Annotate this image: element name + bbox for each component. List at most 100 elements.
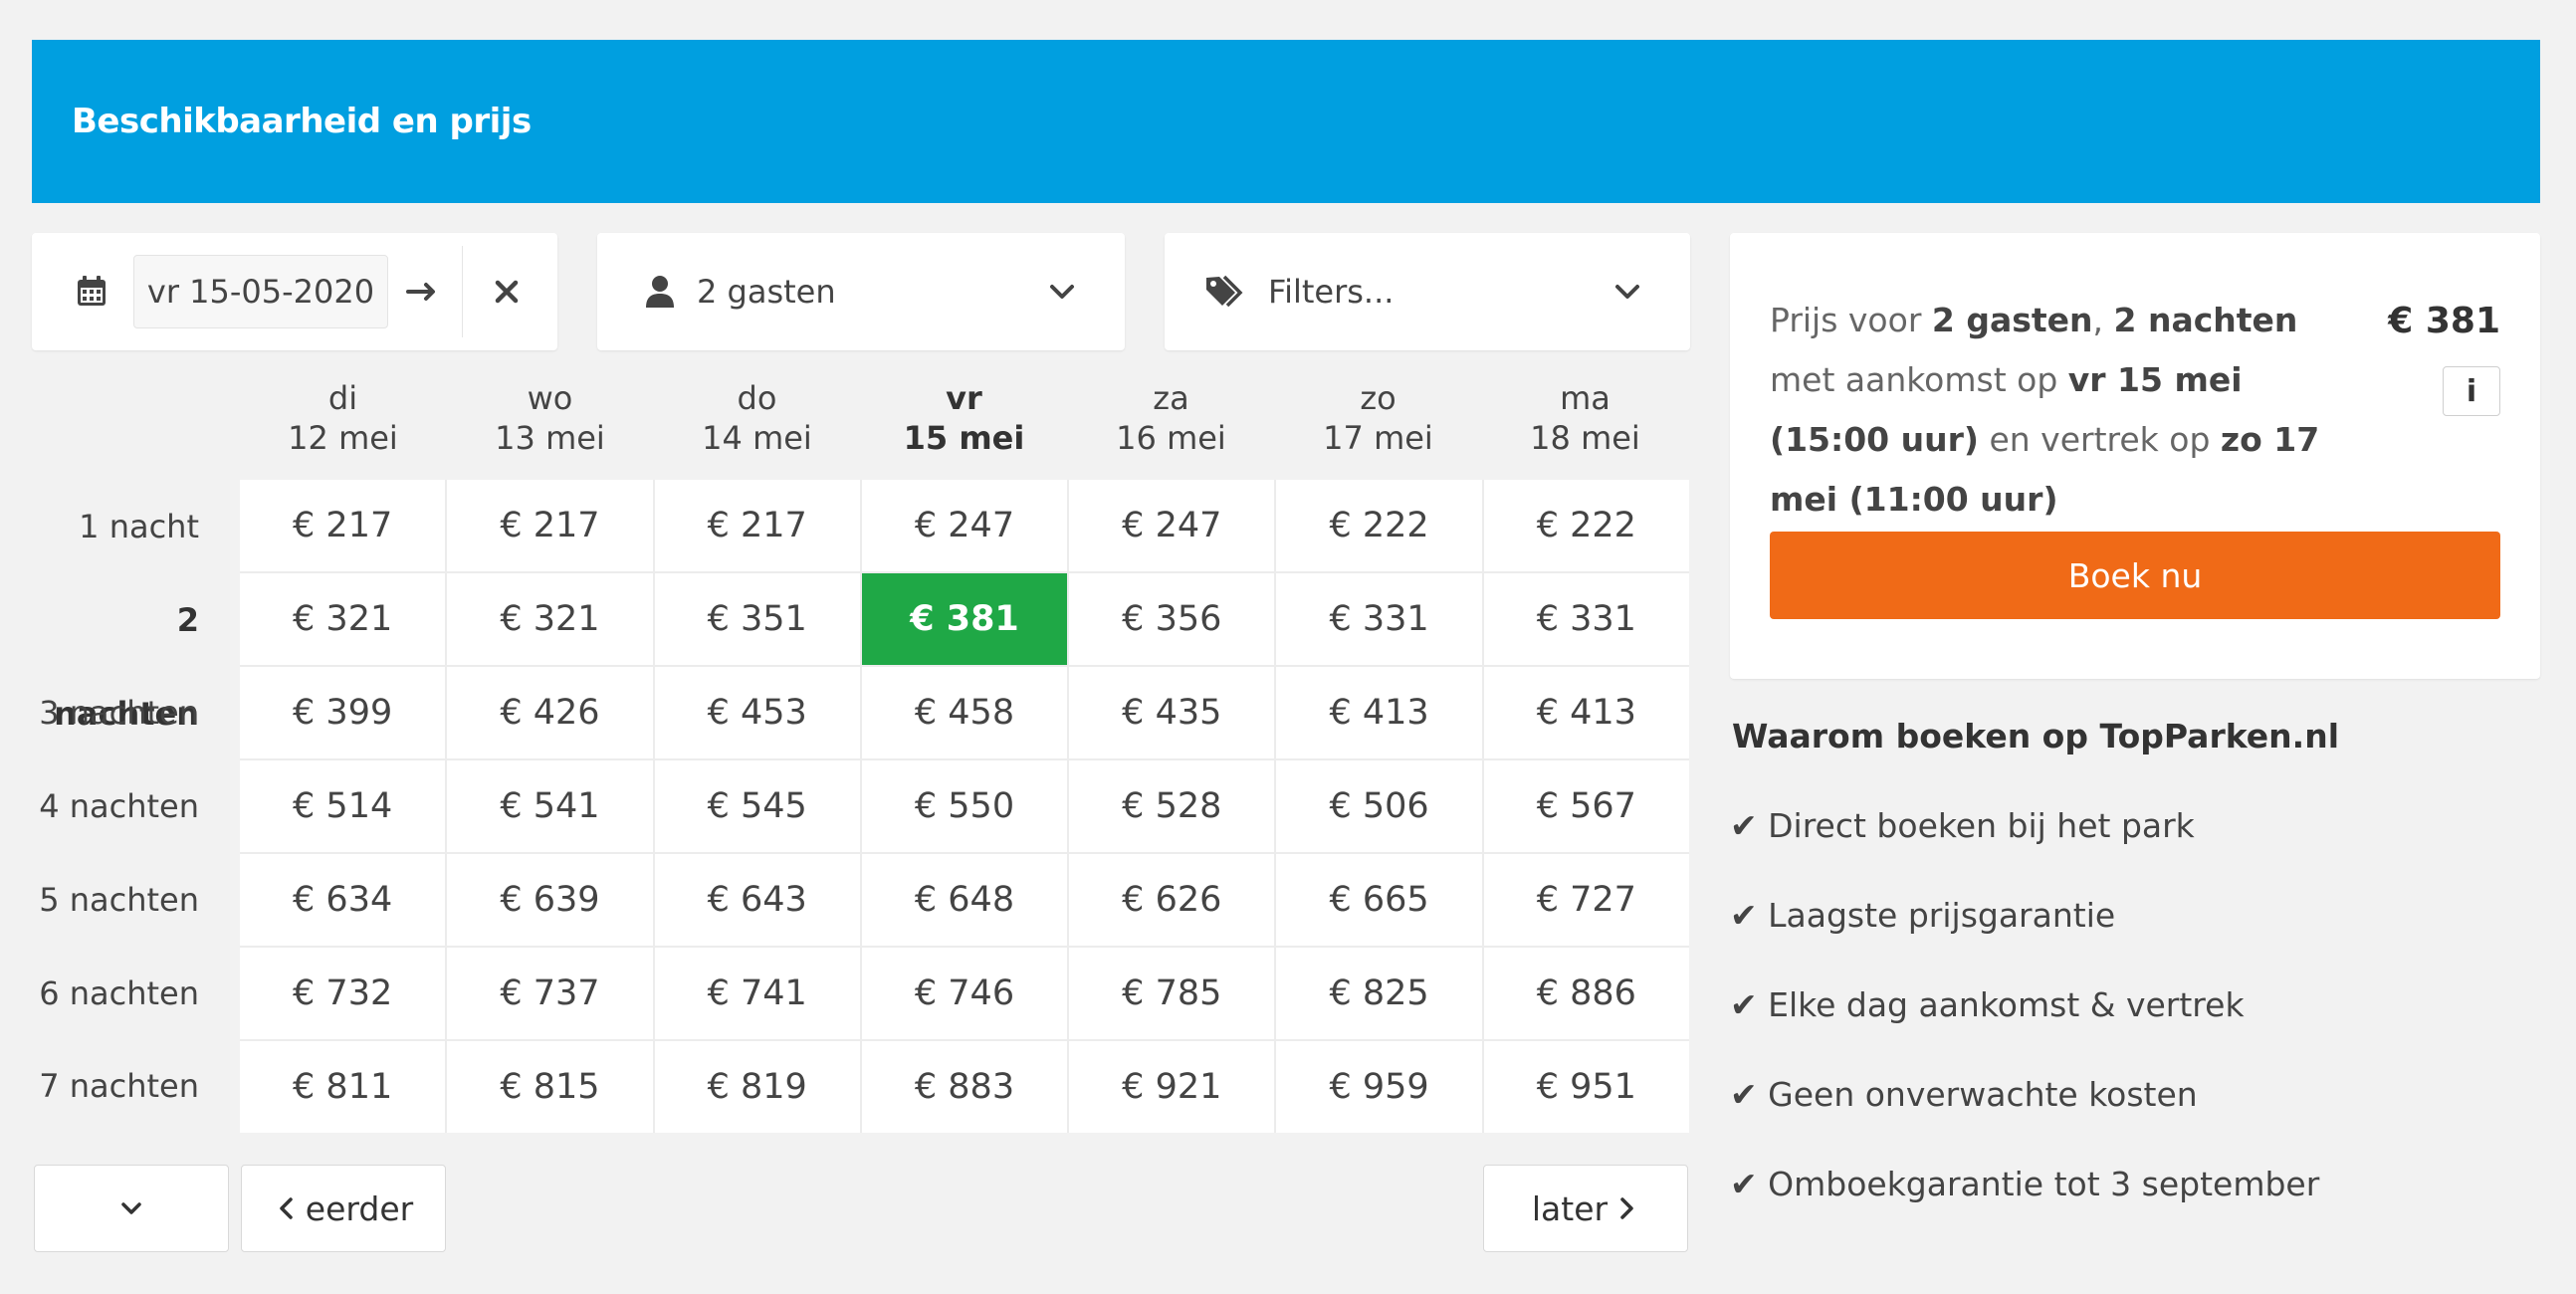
- price-cell[interactable]: € 737: [447, 948, 653, 1039]
- column-header: zo 17 mei: [1275, 378, 1481, 458]
- info-button[interactable]: i: [2443, 366, 2500, 416]
- filters-dropdown[interactable]: Filters...: [1165, 233, 1690, 350]
- price-cell[interactable]: € 959: [1276, 1041, 1482, 1133]
- user-icon: [646, 276, 674, 308]
- price-cell[interactable]: € 951: [1483, 1041, 1689, 1133]
- why-item: ✔ Direct boeken bij het park: [1730, 806, 2195, 845]
- summary-guests: 2 gasten: [1931, 301, 2093, 339]
- price-cell[interactable]: € 639: [447, 854, 653, 946]
- column-header: di 12 mei: [240, 378, 446, 458]
- later-button[interactable]: later: [1483, 1165, 1688, 1252]
- price-cell[interactable]: € 825: [1276, 948, 1482, 1039]
- price-cell[interactable]: € 222: [1483, 480, 1689, 571]
- why-title: Waarom boeken op TopParken.nl: [1732, 717, 2340, 755]
- price-cell[interactable]: € 435: [1069, 667, 1275, 758]
- summary-text: Prijs voor: [1770, 301, 1932, 339]
- price-cell[interactable]: € 453: [654, 667, 860, 758]
- price-cell[interactable]: € 321: [447, 573, 653, 665]
- column-day: ma: [1560, 379, 1610, 417]
- price-cell[interactable]: € 247: [1069, 480, 1275, 571]
- row-label: 7 nachten: [39, 1067, 199, 1106]
- price-cell[interactable]: € 217: [447, 480, 653, 571]
- why-item: ✔ Laagste prijsgarantie: [1730, 896, 2116, 935]
- column-day: di: [327, 379, 358, 417]
- why-item: ✔ Geen onverwachte kosten: [1730, 1075, 2198, 1114]
- price-cell[interactable]: € 741: [654, 948, 860, 1039]
- summary-text: met aankomst op: [1770, 360, 2068, 399]
- price-cell[interactable]: € 399: [240, 667, 446, 758]
- close-icon[interactable]: [489, 274, 525, 310]
- row-label: 2 nachten: [54, 600, 199, 733]
- price-cell[interactable]: € 528: [1069, 760, 1275, 852]
- price-cell[interactable]: € 819: [654, 1041, 860, 1133]
- price-cell[interactable]: € 426: [447, 667, 653, 758]
- column-day: zo: [1360, 379, 1396, 417]
- price-cell[interactable]: € 886: [1483, 948, 1689, 1039]
- price-cell[interactable]: € 321: [240, 573, 446, 665]
- price-cell[interactable]: € 921: [1069, 1041, 1275, 1133]
- price-cell[interactable]: € 541: [447, 760, 653, 852]
- total-price: € 381: [2388, 301, 2500, 341]
- column-date: 15 mei: [903, 419, 1025, 457]
- arrival-date-input[interactable]: vr 15-05-2020: [133, 255, 388, 328]
- column-day: wo: [527, 379, 573, 417]
- price-cell-selected[interactable]: € 381: [861, 573, 1068, 665]
- price-cell[interactable]: € 815: [447, 1041, 653, 1133]
- chevron-right-icon: [1620, 1197, 1633, 1219]
- earlier-label: eerder: [305, 1188, 414, 1228]
- column-day: za: [1153, 379, 1189, 417]
- column-header: za 16 mei: [1068, 378, 1274, 458]
- price-cell[interactable]: € 458: [861, 667, 1068, 758]
- divider: [462, 246, 463, 337]
- row-label: 5 nachten: [39, 880, 199, 919]
- price-cell[interactable]: € 217: [654, 480, 860, 571]
- row-label: 1 nacht: [79, 508, 199, 545]
- price-cell[interactable]: € 514: [240, 760, 446, 852]
- price-cell[interactable]: € 648: [861, 854, 1068, 946]
- price-cell[interactable]: € 643: [654, 854, 860, 946]
- earlier-button[interactable]: eerder: [241, 1165, 446, 1252]
- price-cell[interactable]: € 506: [1276, 760, 1482, 852]
- price-cell[interactable]: € 727: [1483, 854, 1689, 946]
- price-cell[interactable]: € 732: [240, 948, 446, 1039]
- price-cell[interactable]: € 634: [240, 854, 446, 946]
- arrow-right-icon: [406, 283, 435, 301]
- why-item: ✔ Elke dag aankomst & vertrek: [1730, 985, 2245, 1024]
- price-cell[interactable]: € 567: [1483, 760, 1689, 852]
- column-date: 18 mei: [1530, 419, 1640, 457]
- page-header: Beschikbaarheid en prijs: [32, 40, 2540, 203]
- chevron-down-icon: [121, 1202, 141, 1214]
- price-cell[interactable]: € 545: [654, 760, 860, 852]
- calendar-icon: [78, 276, 106, 306]
- price-cell[interactable]: € 746: [861, 948, 1068, 1039]
- column-date: 17 mei: [1323, 419, 1433, 457]
- column-date: 14 mei: [702, 419, 812, 457]
- price-cell[interactable]: € 413: [1276, 667, 1482, 758]
- price-cell[interactable]: € 550: [861, 760, 1068, 852]
- column-date: 13 mei: [495, 419, 605, 457]
- date-picker[interactable]: vr 15-05-2020: [32, 233, 557, 350]
- price-summary: Prijs voor 2 gasten, 2 nachten met aanko…: [1730, 233, 2540, 679]
- price-cell[interactable]: € 785: [1069, 948, 1275, 1039]
- price-cell[interactable]: € 351: [654, 573, 860, 665]
- column-day: vr: [946, 379, 982, 417]
- price-cell[interactable]: € 331: [1276, 573, 1482, 665]
- price-cell[interactable]: € 626: [1069, 854, 1275, 946]
- chevron-down-icon: [1050, 285, 1074, 299]
- book-now-button[interactable]: Boek nu: [1770, 532, 2500, 619]
- price-cell[interactable]: € 811: [240, 1041, 446, 1133]
- row-label: 3 nachten: [39, 694, 199, 733]
- column-header: do 14 mei: [654, 378, 860, 458]
- price-cell[interactable]: € 665: [1276, 854, 1482, 946]
- page-title: Beschikbaarheid en prijs: [72, 102, 532, 141]
- chevron-left-icon: [280, 1197, 293, 1219]
- expand-button[interactable]: [34, 1165, 229, 1252]
- price-cell[interactable]: € 247: [861, 480, 1068, 571]
- price-cell[interactable]: € 356: [1069, 573, 1275, 665]
- price-cell[interactable]: € 222: [1276, 480, 1482, 571]
- price-cell[interactable]: € 217: [240, 480, 446, 571]
- guests-dropdown[interactable]: 2 gasten: [597, 233, 1125, 350]
- price-cell[interactable]: € 883: [861, 1041, 1068, 1133]
- price-cell[interactable]: € 413: [1483, 667, 1689, 758]
- price-cell[interactable]: € 331: [1483, 573, 1689, 665]
